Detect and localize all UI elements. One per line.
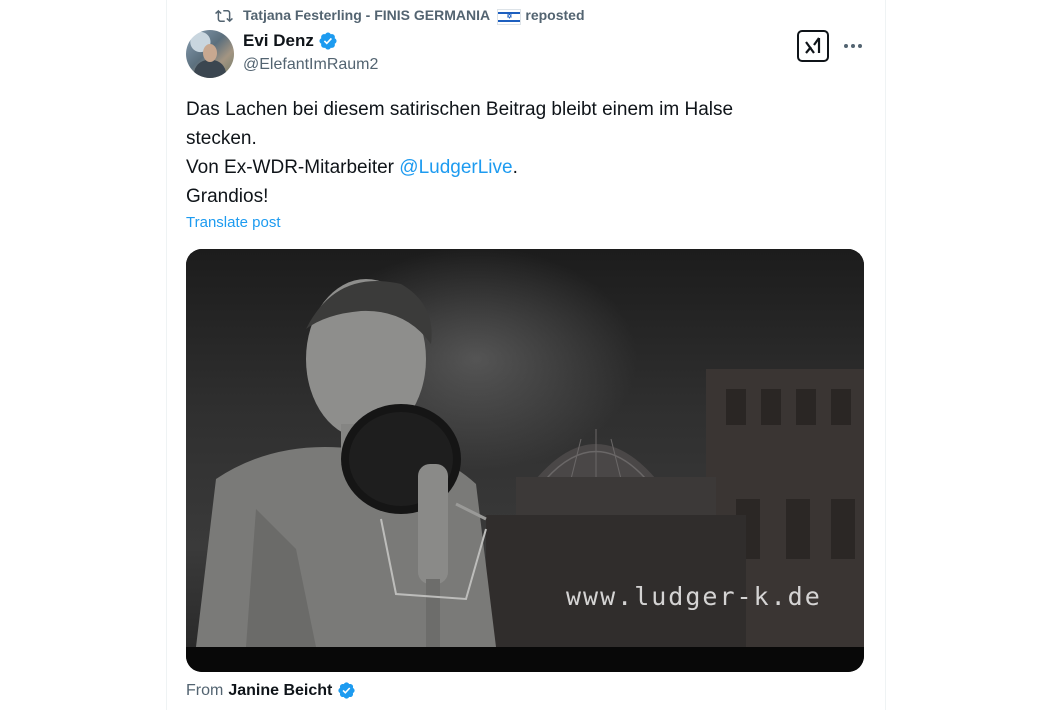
post-line-3-prefix: Von Ex-WDR-Mitarbeiter bbox=[186, 157, 400, 178]
post-line-1: Das Lachen bei diesem satirischen Beitra… bbox=[186, 99, 734, 120]
post-line-2: stecken. bbox=[186, 128, 257, 149]
more-dot-icon bbox=[851, 44, 855, 48]
video-watermark: www.ludger-k.de bbox=[566, 582, 822, 611]
grok-icon bbox=[805, 37, 821, 54]
video-letterbox bbox=[186, 647, 864, 672]
mention-link[interactable]: @LudgerLive bbox=[399, 157, 512, 178]
more-dot-icon bbox=[844, 44, 848, 48]
verified-badge-icon bbox=[319, 32, 337, 50]
author-display-name[interactable]: Evi Denz bbox=[243, 31, 314, 51]
more-dot-icon bbox=[858, 44, 862, 48]
more-options-button[interactable] bbox=[838, 32, 868, 60]
post-line-4: Grandios! bbox=[186, 186, 269, 207]
repost-context[interactable]: Tatjana Festerling - FINIS GERMANIA ✡ re… bbox=[215, 6, 585, 26]
author-name-row[interactable]: Evi Denz bbox=[243, 31, 338, 51]
post-text: Das Lachen bei diesem satirischen Beitra… bbox=[186, 95, 846, 211]
from-label: From bbox=[186, 681, 224, 699]
reposted-label: reposted bbox=[525, 7, 585, 24]
post-line-3: Von Ex-WDR-Mitarbeiter @LudgerLive. bbox=[186, 153, 846, 182]
verified-badge-icon bbox=[338, 682, 355, 699]
reposter-name[interactable]: Tatjana Festerling - FINIS GERMANIA bbox=[243, 7, 490, 23]
grok-button[interactable] bbox=[797, 30, 829, 62]
post-line-3-suffix: . bbox=[512, 157, 518, 178]
avatar[interactable] bbox=[186, 30, 234, 78]
israel-flag-icon: ✡ bbox=[497, 8, 522, 25]
repost-icon bbox=[215, 9, 233, 23]
source-attribution[interactable]: From Janine Beicht bbox=[186, 681, 356, 700]
source-name[interactable]: Janine Beicht bbox=[228, 682, 332, 700]
author-handle[interactable]: @ElefantImRaum2 bbox=[243, 56, 378, 74]
video-player[interactable]: www.ludger-k.de bbox=[186, 249, 864, 672]
translate-post-link[interactable]: Translate post bbox=[186, 214, 281, 231]
